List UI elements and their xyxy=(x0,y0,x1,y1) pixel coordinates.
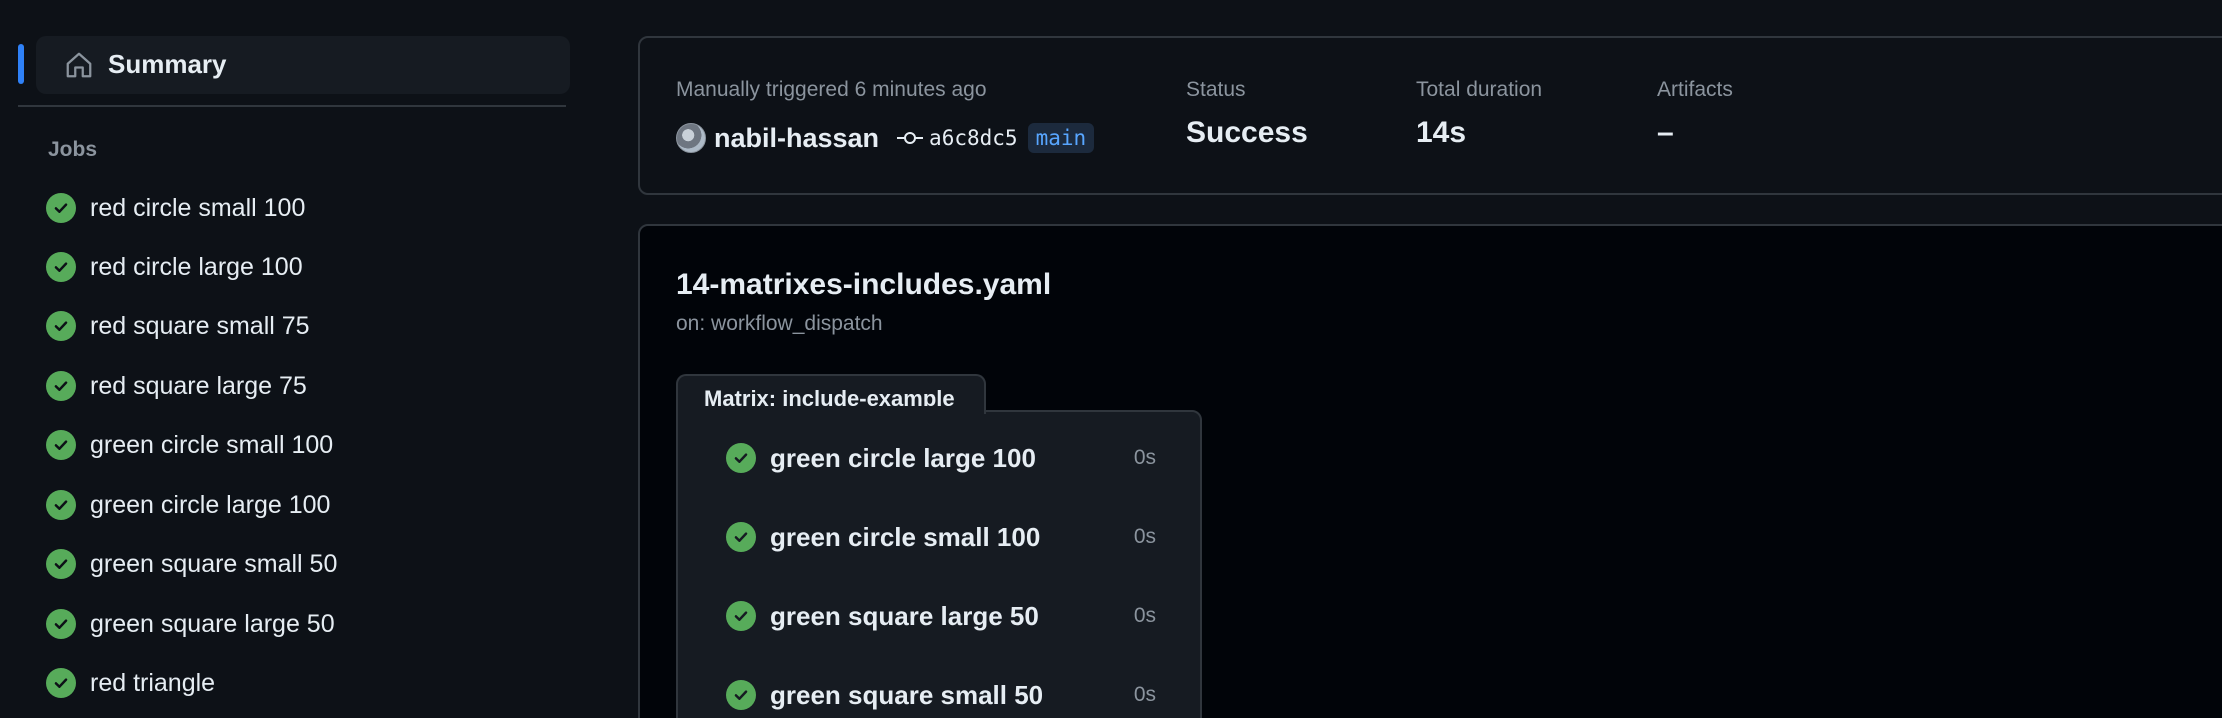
sidebar-item-label: Summary xyxy=(108,49,227,79)
sidebar-job-item[interactable]: red circle large 100 xyxy=(46,245,303,289)
jobs-heading: Jobs xyxy=(48,138,98,161)
job-label: red circle large 100 xyxy=(90,252,303,281)
artifacts-stat: Artifacts – xyxy=(1657,78,1733,150)
job-label: green square large 50 xyxy=(90,609,335,638)
sidebar-job-item[interactable]: green square small 50 xyxy=(46,542,337,586)
job-label: red triangle xyxy=(90,668,216,697)
run-summary-card: Manually triggered 6 minutes ago nabil-h… xyxy=(638,36,2222,195)
actor-link[interactable]: nabil-hassan xyxy=(714,123,879,154)
duration-label: Total duration xyxy=(1416,78,1543,101)
success-check-icon xyxy=(46,252,76,282)
success-check-icon xyxy=(726,522,756,552)
duration-value: 14s xyxy=(1416,116,1467,149)
success-check-icon xyxy=(46,549,76,579)
success-check-icon xyxy=(46,371,76,401)
trigger-text: Manually triggered 6 minutes ago xyxy=(676,78,987,101)
job-duration: 0s xyxy=(1133,525,1156,548)
workflow-trigger: on: workflow_dispatch xyxy=(676,312,883,335)
commit-icon xyxy=(897,132,924,144)
job-label: red circle small 100 xyxy=(90,193,306,222)
workflow-graph-card: 14-matrixes-includes.yaml on: workflow_d… xyxy=(638,224,2222,718)
job-label: green circle large 100 xyxy=(770,442,1036,473)
job-label: green circle small 100 xyxy=(90,430,334,459)
matrix-tab-join xyxy=(678,406,984,416)
matrix-job-item[interactable]: green circle small 100 0s xyxy=(726,517,1156,557)
success-check-icon xyxy=(46,668,76,698)
job-label: red square large 75 xyxy=(90,371,307,400)
job-label: red square small 75 xyxy=(90,311,310,340)
avatar[interactable] xyxy=(676,123,706,153)
main-content: Manually triggered 6 minutes ago nabil-h… xyxy=(638,0,2222,718)
sidebar-job-item[interactable]: green square large 50 xyxy=(46,602,335,646)
success-check-icon xyxy=(46,193,76,223)
sidebar-job-item[interactable]: red circle small 100 xyxy=(46,186,305,230)
job-duration: 0s xyxy=(1133,683,1156,706)
success-check-icon xyxy=(726,443,756,473)
sidebar-item-summary[interactable]: Summary xyxy=(18,36,570,94)
success-check-icon xyxy=(46,430,76,460)
job-label: green square small 50 xyxy=(770,679,1044,710)
job-duration: 0s xyxy=(1133,604,1156,627)
sidebar-job-item[interactable]: red triangle xyxy=(46,661,215,705)
sidebar: Summary Jobs red circle small 100 red ci… xyxy=(0,0,570,718)
matrix-job-item[interactable]: green circle large 100 0s xyxy=(726,438,1156,478)
duration-stat: Total duration 14s xyxy=(1416,78,1542,150)
success-check-icon xyxy=(726,601,756,631)
workflow-title: 14-matrixes-includes.yaml xyxy=(676,268,1052,301)
status-label: Status xyxy=(1186,78,1246,101)
success-check-icon xyxy=(46,609,76,639)
sidebar-job-item[interactable]: green circle large 100 xyxy=(46,483,330,527)
sidebar-job-item[interactable]: red square large 75 xyxy=(46,364,307,408)
status-stat: Status Success xyxy=(1186,78,1308,150)
home-icon xyxy=(66,52,92,78)
job-duration: 0s xyxy=(1133,446,1156,469)
job-label: green circle small 100 xyxy=(770,521,1041,552)
matrix-job-item[interactable]: green square small 50 0s xyxy=(726,675,1156,715)
success-check-icon xyxy=(726,680,756,710)
job-label: green circle large 100 xyxy=(90,490,331,519)
sidebar-job-item[interactable]: green circle small 100 xyxy=(46,423,333,467)
artifacts-value: – xyxy=(1657,116,1674,149)
commit-sha-link[interactable]: a6c8dc5 xyxy=(929,126,1018,150)
success-check-icon xyxy=(46,490,76,520)
success-check-icon xyxy=(46,311,76,341)
actor-row: nabil-hassan a6c8dc5 main xyxy=(676,120,1095,156)
matrix-job-item[interactable]: green square large 50 0s xyxy=(726,596,1156,636)
artifacts-label: Artifacts xyxy=(1657,78,1733,101)
job-label: green square large 50 xyxy=(770,600,1039,631)
selected-indicator xyxy=(18,44,24,84)
job-label: green square small 50 xyxy=(90,549,338,578)
sidebar-job-item[interactable]: red square small 75 xyxy=(46,304,310,348)
matrix-group: green circle large 100 0s green circle s… xyxy=(676,410,1202,718)
workflow-run-page: Summary Jobs red circle small 100 red ci… xyxy=(0,0,2222,718)
divider xyxy=(18,105,566,107)
branch-label[interactable]: main xyxy=(1027,123,1095,153)
status-value: Success xyxy=(1186,116,1308,149)
